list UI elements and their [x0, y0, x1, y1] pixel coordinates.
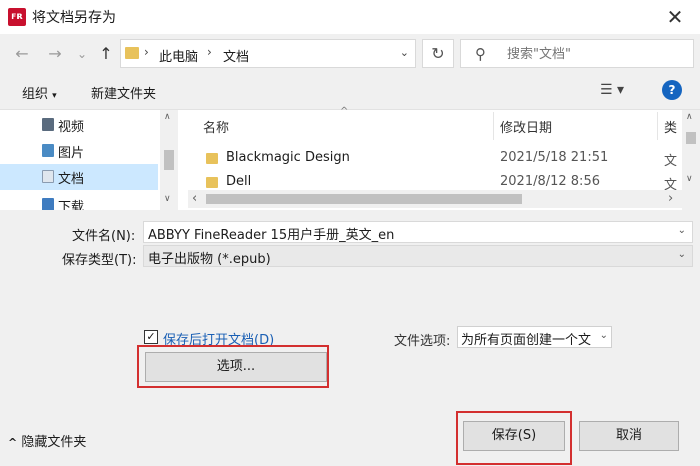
file-list-vertical-scrollbar[interactable]: ∧ ∨ [682, 110, 700, 210]
organize-label: 组织 [22, 87, 49, 102]
scroll-up-icon[interactable]: ∧ [164, 112, 171, 122]
scrollbar-thumb[interactable] [206, 194, 522, 204]
filename-label: 文件名(N): [72, 229, 136, 244]
sidebar-item-label: 图片 [58, 146, 85, 161]
chevron-up-icon: ^ [8, 436, 18, 449]
breadcrumb-this-pc[interactable]: 此电脑 [159, 46, 198, 65]
sort-ascending-icon: ^ [340, 106, 349, 117]
sidebar-item-label: 下载 [58, 200, 85, 210]
back-arrow-icon[interactable]: ← [10, 42, 34, 66]
file-options-value: 为所有页面创建一个文 [461, 333, 592, 348]
chevron-down-icon[interactable]: ⌄ [400, 46, 409, 59]
scroll-up-icon[interactable]: ∧ [686, 112, 693, 122]
file-type: 文 [664, 154, 678, 169]
file-name: Blackmagic Design [226, 150, 350, 165]
sidebar-item-documents[interactable]: 文档 [0, 164, 158, 190]
scroll-down-icon[interactable]: ∨ [686, 174, 693, 184]
new-folder-button[interactable]: 新建文件夹 [91, 83, 156, 102]
search-input[interactable] [507, 44, 687, 64]
breadcrumb-documents[interactable]: 文档 [223, 46, 249, 65]
save-form: 文件名(N): ABBYY FineReader 15用户手册_英文_en ⌄ … [0, 210, 700, 466]
scroll-left-icon[interactable]: ‹ [192, 191, 197, 206]
column-divider[interactable] [493, 112, 494, 140]
breadcrumb-separator[interactable]: › [144, 45, 149, 59]
file-options-select[interactable]: 为所有页面创建一个文 ⌄ [457, 326, 612, 348]
sidebar-item-videos[interactable]: 视频 [0, 112, 158, 138]
hide-folders-button[interactable]: ^ 隐藏文件夹 [8, 431, 86, 450]
save-button[interactable]: 保存(S) [463, 421, 565, 451]
window-title: 将文档另存为 [32, 10, 116, 26]
video-folder-icon [42, 118, 54, 131]
search-box[interactable]: ⚲ [460, 39, 694, 68]
sidebar-item-label: 视频 [58, 120, 85, 135]
cancel-button[interactable]: 取消 [579, 421, 679, 451]
scrollbar-thumb[interactable] [164, 150, 174, 170]
chevron-down-icon[interactable]: ⌄ [678, 225, 686, 236]
app-icon: ꜰʀ [8, 8, 26, 26]
file-list-horizontal-scrollbar[interactable]: ‹ › [188, 190, 682, 208]
folder-icon [206, 153, 218, 164]
up-arrow-icon[interactable]: ↑ [94, 42, 118, 66]
documents-folder-icon [42, 170, 54, 183]
title-bar: ꜰʀ 将文档另存为 ✕ [0, 0, 700, 34]
caret-down-icon: ▾ [52, 91, 57, 101]
column-header-name[interactable]: 名称 [203, 117, 229, 136]
folder-icon [125, 47, 139, 59]
file-type: 文 [664, 178, 678, 190]
hide-folders-label: 隐藏文件夹 [21, 435, 87, 450]
toolbar: 组织 ▾ 新建文件夹 ☰ ▾ ? [0, 74, 700, 110]
organize-button[interactable]: 组织 ▾ [22, 83, 57, 102]
options-button[interactable]: 选项... [145, 352, 327, 382]
search-icon: ⚲ [475, 45, 486, 63]
table-row[interactable]: Dell 2021/8/12 8:56 文 [188, 171, 682, 190]
close-icon[interactable]: ✕ [658, 4, 692, 30]
address-row: ← → ⌄ ↑ › 此电脑 › 文档 ⌄ ↻ ⚲ [0, 34, 700, 74]
recent-locations-icon[interactable]: ⌄ [70, 42, 94, 66]
chevron-down-icon[interactable]: ⌄ [678, 249, 686, 260]
column-header-type[interactable]: 类 [664, 117, 677, 136]
filetype-value: 电子出版物 (*.epub) [148, 252, 271, 267]
open-after-save-checkbox[interactable]: ✓ [144, 330, 158, 344]
file-name: Dell [226, 174, 252, 189]
downloads-folder-icon [42, 198, 54, 210]
file-options-label: 文件选项: [394, 334, 451, 349]
refresh-icon[interactable]: ↻ [422, 39, 454, 68]
file-list: 名称 ^ 修改日期 类 Blackmagic Design 2021/5/18 … [188, 106, 700, 210]
breadcrumb-separator[interactable]: › [207, 45, 212, 59]
help-icon[interactable]: ? [662, 80, 682, 100]
navigation-pane: 视频 图片 文档 下载 ∧ ∨ [0, 110, 178, 210]
file-browser: 视频 图片 文档 下载 ∧ ∨ 名称 ^ 修改日期 类 Blackmagic D… [0, 106, 700, 210]
file-date: 2021/8/12 8:56 [500, 174, 600, 189]
scroll-right-icon[interactable]: › [668, 191, 673, 206]
filetype-label: 保存类型(T): [62, 253, 137, 268]
forward-arrow-icon[interactable]: → [43, 42, 67, 66]
column-header-date[interactable]: 修改日期 [500, 117, 552, 136]
filename-value[interactable]: ABBYY FineReader 15用户手册_英文_en [148, 224, 394, 243]
sidebar-item-label: 文档 [58, 172, 85, 187]
scroll-down-icon[interactable]: ∨ [164, 194, 171, 204]
filetype-select[interactable]: 电子出版物 (*.epub) ⌄ [143, 245, 693, 267]
table-row[interactable]: Blackmagic Design 2021/5/18 21:51 文 [188, 147, 682, 171]
pictures-folder-icon [42, 144, 54, 157]
file-date: 2021/5/18 21:51 [500, 150, 609, 165]
column-divider[interactable] [657, 112, 658, 140]
chevron-down-icon[interactable]: ⌄ [599, 330, 608, 341]
sidebar-item-downloads[interactable]: 下载 [0, 192, 158, 210]
view-options-icon[interactable]: ☰ ▾ [600, 82, 624, 98]
folder-icon [206, 177, 218, 188]
filename-field[interactable]: ABBYY FineReader 15用户手册_英文_en ⌄ [143, 221, 693, 243]
sidebar-item-pictures[interactable]: 图片 [0, 138, 158, 164]
sidebar-scrollbar[interactable]: ∧ ∨ [160, 110, 178, 210]
scrollbar-thumb[interactable] [686, 132, 696, 144]
address-bar[interactable]: › 此电脑 › 文档 ⌄ [120, 39, 416, 68]
